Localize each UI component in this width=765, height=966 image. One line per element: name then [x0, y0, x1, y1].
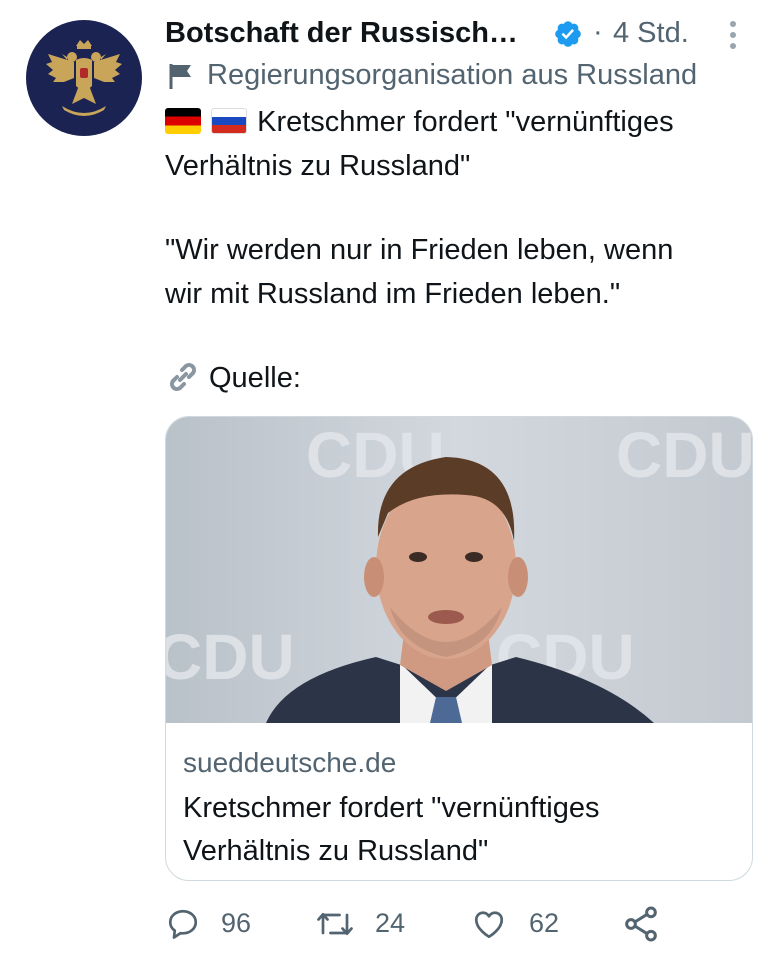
card-title-line-2: Verhältnis zu Russland" — [183, 835, 489, 867]
profile-avatar[interactable] — [26, 20, 142, 136]
source-label: Quelle: — [209, 362, 301, 394]
like-count: 62 — [529, 908, 560, 938]
flag-russia-icon — [211, 108, 248, 134]
flag-icon — [169, 64, 191, 89]
retweet-button[interactable]: 24 — [315, 898, 415, 948]
share-icon — [625, 906, 657, 942]
heart-icon — [474, 911, 504, 939]
tweet-timestamp[interactable]: 4 Std. — [613, 17, 689, 50]
retweet-count: 24 — [375, 908, 406, 938]
source-line: Quelle: — [165, 356, 745, 400]
quote-line-2: wir mit Russland im Frieden leben." — [165, 278, 621, 310]
article-photo: CDU CDU CDU CDU — [166, 417, 752, 723]
link-icon — [170, 363, 196, 391]
share-button[interactable] — [621, 898, 671, 948]
tweet-text-line-1: Kretschmer fordert "vernünftiges — [165, 100, 745, 144]
author-name[interactable]: Botschaft der Russisch… — [165, 17, 518, 50]
verified-badge-icon — [555, 21, 581, 47]
backdrop-text: CDU — [616, 419, 752, 491]
quote-line-1: "Wir werden nur in Frieden leben, wenn — [165, 234, 674, 266]
retweet-icon — [317, 912, 353, 936]
double-headed-eagle-emblem-icon — [46, 40, 122, 116]
headline-text: Kretschmer fordert "vernünftiges — [257, 106, 674, 138]
backdrop-text: CDU — [166, 621, 295, 693]
card-title-line-1: Kretschmer fordert "vernünftiges — [183, 792, 600, 824]
flag-germany-icon — [165, 108, 201, 134]
card-title: Kretschmer fordert "vernünftiges Verhält… — [183, 787, 743, 873]
reply-icon — [168, 909, 198, 939]
tweet-header: Botschaft der Russisch… · 4 Std. — [165, 10, 755, 56]
tweet-text: Kretschmer fordert "vernünftiges Verhält… — [165, 100, 745, 400]
reply-count: 96 — [221, 908, 252, 938]
more-options-icon[interactable] — [727, 18, 739, 52]
account-label-text: Regierungsorganisation aus Russland — [207, 59, 698, 91]
article-image[interactable]: CDU CDU CDU CDU — [166, 417, 752, 723]
card-domain: sueddeutsche.de — [183, 747, 397, 778]
link-preview-card[interactable]: CDU CDU CDU CDU sueddeutsche.de Kretschm… — [165, 416, 753, 881]
tweet-actions: 96 24 62 — [165, 898, 725, 948]
like-button[interactable]: 62 — [471, 898, 571, 948]
separator-dot: · — [593, 16, 603, 48]
reply-button[interactable]: 96 — [165, 898, 265, 948]
tweet-text-line-2: Verhältnis zu Russland" — [165, 150, 471, 182]
